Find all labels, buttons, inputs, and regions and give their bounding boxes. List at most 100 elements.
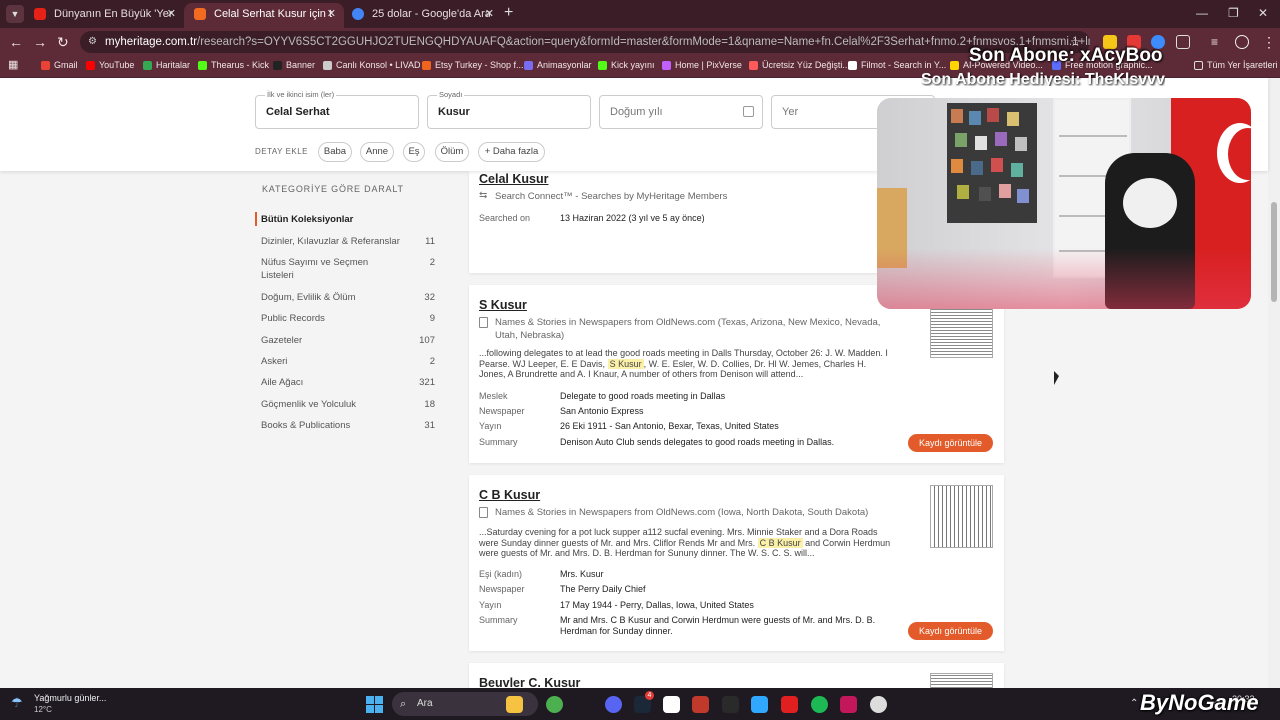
newspaper-thumbnail[interactable] <box>930 673 993 688</box>
field-value: 17 May 1944 - Perry, Dallas, Iowa, Unite… <box>560 600 754 610</box>
photoshop-icon[interactable] <box>751 696 768 713</box>
tab-close-icon[interactable]: ✕ <box>167 3 176 25</box>
field-label: Yayın <box>479 600 502 610</box>
media-icon[interactable] <box>781 696 798 713</box>
reading-list-icon[interactable]: ≡ <box>1211 33 1218 51</box>
bookmark-label: Banner <box>286 60 316 70</box>
weather-rain-icon[interactable]: ☂ <box>11 696 27 710</box>
close-window-button[interactable]: ✕ <box>1258 6 1268 20</box>
back-arrow-icon[interactable]: ← <box>9 33 23 51</box>
bookmark-item[interactable]: Canlı Konsol • LIVAD <box>323 60 421 70</box>
calendar-icon[interactable] <box>743 106 754 117</box>
forward-arrow-icon[interactable]: → <box>33 33 47 51</box>
chip-death[interactable]: Ölüm <box>435 142 469 162</box>
bookmark-item[interactable]: Gmail <box>41 60 78 70</box>
file-explorer-icon[interactable] <box>506 696 523 713</box>
sidebar-category[interactable]: Dizinler, Kılavuzlar & Referanslar 11 <box>261 235 437 248</box>
tab-myheritage[interactable]: Celal Serhat Kusur için tüm kay ✕ <box>184 3 344 28</box>
profile-avatar-icon[interactable] <box>1235 35 1249 49</box>
field-label: Searched on <box>479 213 531 223</box>
spotify-icon[interactable] <box>811 696 828 713</box>
weather-text[interactable]: Yağmurlu günler... <box>34 693 106 703</box>
all-bookmarks-folder[interactable]: Tüm Yer İşaretleri <box>1194 60 1278 70</box>
last-name-field[interactable]: Soyadı Kusur <box>427 90 591 129</box>
webcam-overlay <box>877 98 1251 309</box>
maximize-button[interactable]: ❐ <box>1228 6 1239 20</box>
tab-close-icon[interactable]: ✕ <box>485 3 494 25</box>
result-name-link[interactable]: C B Kusur <box>479 488 540 502</box>
first-name-label: İlk ve ikinci isim (ler) <box>265 90 337 99</box>
new-tab-button[interactable]: + <box>504 4 513 22</box>
sidebar-category[interactable]: Göçmenlik ve Yolculuk 18 <box>261 398 437 411</box>
chrome-icon[interactable] <box>546 696 563 713</box>
recorder-icon[interactable] <box>692 696 709 713</box>
result-source: Names & Stories in Newspapers from OldNe… <box>495 507 869 518</box>
sidebar-category[interactable]: Bütün Koleksiyonlar <box>261 213 437 226</box>
result-name-link[interactable]: Beuvler C. Kusur <box>479 676 580 688</box>
bookmark-item[interactable]: Thearus - Kick <box>198 60 269 70</box>
tab-close-icon[interactable]: ✕ <box>327 3 336 25</box>
taskbar-search-placeholder: Ara <box>417 698 433 709</box>
sub-gift-overlay: Son Abone Hediyesi: TheKlsvvv <box>921 71 1165 86</box>
bookmark-favicon-icon <box>848 61 857 70</box>
minimize-button[interactable]: — <box>1196 6 1208 20</box>
sidebar-category[interactable]: Doğum, Evlilik & Ölüm 32 <box>261 291 437 304</box>
chip-more[interactable]: + Daha fazla <box>478 142 545 162</box>
newspaper-icon <box>479 317 488 328</box>
chip-mother[interactable]: Anne <box>360 142 394 162</box>
bookmark-item[interactable]: Kick yayını <box>598 60 655 70</box>
bookmark-label: Home | PixVerse <box>675 60 742 70</box>
bookmark-item[interactable]: Haritalar <box>143 60 190 70</box>
start-button[interactable] <box>366 696 383 713</box>
page-scrollbar[interactable] <box>1268 78 1280 688</box>
tab-google[interactable]: 25 dolar - Google'da Ara ✕ <box>342 3 502 28</box>
place-placeholder: Yer <box>782 106 799 118</box>
sidebar-category[interactable]: Books & Publications 31 <box>261 419 437 432</box>
last-subscriber-overlay: Son Abone: xAcyBoo <box>969 45 1163 66</box>
bookmark-label: Kick yayını <box>611 60 655 70</box>
bookmark-item[interactable]: Ücretsiz Yüz Değişti... <box>749 60 850 70</box>
epic-games-icon[interactable] <box>722 696 739 713</box>
view-record-button[interactable]: Kaydı görüntüle <box>908 434 993 452</box>
bookmark-item[interactable]: YouTube <box>86 60 134 70</box>
apps-grid-icon[interactable]: ▦ <box>8 58 18 71</box>
newspaper-thumbnail[interactable] <box>930 485 993 548</box>
bookmark-label: Canlı Konsol • LIVAD <box>336 60 421 70</box>
kebab-menu-icon[interactable]: ⋮ <box>1262 33 1276 51</box>
first-name-field[interactable]: İlk ve ikinci isim (ler) Celal Serhat <box>255 90 419 129</box>
birth-year-field[interactable]: Doğum yılı <box>599 95 763 129</box>
bookmark-item[interactable]: Home | PixVerse <box>662 60 742 70</box>
video-editor-icon[interactable] <box>840 696 857 713</box>
chip-father[interactable]: Baba <box>318 142 352 162</box>
obs-icon[interactable] <box>870 696 887 713</box>
sidebar-category[interactable]: Public Records 9 <box>261 312 437 325</box>
mouse-cursor-icon <box>1054 371 1059 385</box>
result-name-link[interactable]: Celal Kusur <box>479 172 548 186</box>
sidebar-category[interactable]: Nüfus Sayımı ve Seçmen Listeleri 2 <box>261 256 437 282</box>
scrollbar-thumb[interactable] <box>1271 202 1277 302</box>
category-count: 107 <box>419 335 435 346</box>
tab-search-button[interactable]: ▼ <box>6 5 24 23</box>
sidebar-category[interactable]: Aile Ağacı 321 <box>261 376 437 389</box>
birth-year-placeholder: Doğum yılı <box>610 106 663 118</box>
address-bar[interactable]: ⚙ myheritage.com.tr/research?s=OYYV6S5CT… <box>80 31 1090 53</box>
bookmark-favicon-icon <box>198 61 207 70</box>
sidebar-category[interactable]: Gazeteler 107 <box>261 334 437 347</box>
site-info-icon[interactable]: ⚙ <box>88 31 97 53</box>
bookmark-item[interactable]: Animasyonlar <box>524 60 592 70</box>
sidebar-category[interactable]: Askeri 2 <box>261 355 437 368</box>
chip-spouse[interactable]: Eş <box>403 142 425 162</box>
bookmark-item[interactable]: Filmot - Search in Y... <box>848 60 946 70</box>
extensions-puzzle-icon[interactable] <box>1176 35 1190 49</box>
result-name-link[interactable]: S Kusur <box>479 298 527 312</box>
capcut-icon[interactable] <box>663 696 680 713</box>
reload-icon[interactable]: ↻ <box>57 33 69 51</box>
bookmark-item[interactable]: Banner <box>273 60 315 70</box>
tab-youtube[interactable]: Dünyanın En Büyük 'Yeraltı Top ✕ <box>24 3 184 28</box>
bookmark-item[interactable]: Etsy Turkey - Shop f... <box>422 60 524 70</box>
bookmark-label: YouTube <box>99 60 135 70</box>
discord-icon[interactable] <box>605 696 622 713</box>
bookmark-favicon-icon <box>422 61 431 70</box>
tray-chevron-icon[interactable]: ⌃ <box>1130 698 1138 709</box>
view-record-button[interactable]: Kaydı görüntüle <box>908 622 993 640</box>
